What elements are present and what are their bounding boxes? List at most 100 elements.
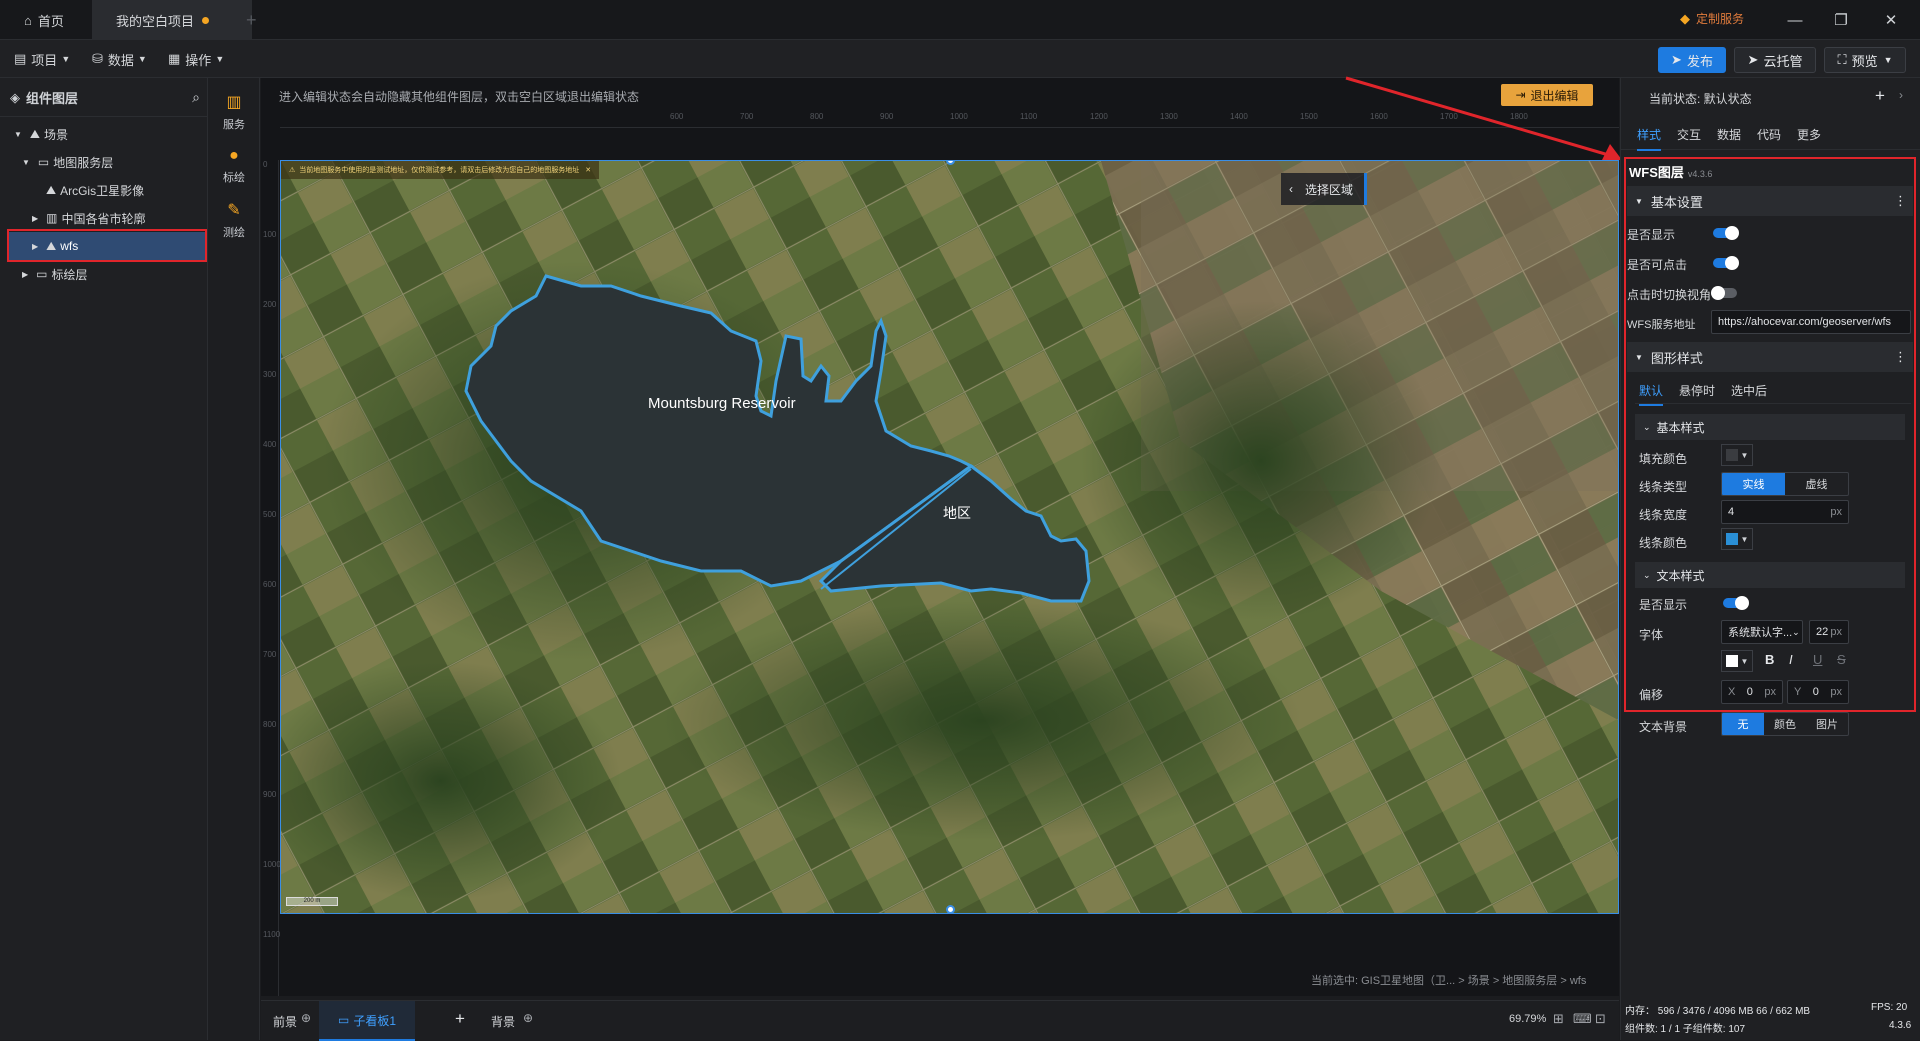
preview-button[interactable]: ⛶ 预览 ▼ <box>1824 47 1906 73</box>
chevron-down-icon: ▼ <box>61 54 71 64</box>
warning-icon: ⚠ <box>289 167 296 174</box>
divider <box>0 116 208 117</box>
chevron-down-icon: ⌄ <box>1792 626 1800 637</box>
base-style-section[interactable]: ⌄ 基本样式 <box>1635 414 1905 440</box>
tab-sub-board[interactable]: ▭ 子看板1 <box>319 1001 415 1041</box>
custom-service-button[interactable]: ◆ 定制服务 <box>1680 10 1744 27</box>
menu-data[interactable]: ⛁ 数据 ▼ <box>92 48 147 70</box>
tree-item-china-outline[interactable]: ▶ ▥ 中国各省市轮廓 <box>0 204 208 232</box>
add-foreground-icon[interactable]: ⊕ <box>301 1011 311 1025</box>
fps-status: FPS: 20 <box>1871 1002 1908 1013</box>
wfs-url-input[interactable]: https://ahocevar.com/geoserver/wfs <box>1711 310 1911 334</box>
line-width-input[interactable]: 4 px <box>1721 500 1849 524</box>
tab-more[interactable]: 更多 <box>1797 126 1821 143</box>
tab-default[interactable]: 默认 <box>1639 382 1664 406</box>
keyboard-icon[interactable]: ⌨ <box>1573 1011 1592 1027</box>
show-label: 是否显示 <box>1627 228 1676 242</box>
line-color-picker[interactable]: ▼ <box>1721 528 1753 550</box>
restore-icon[interactable]: ❐ <box>1818 0 1864 40</box>
bg-color-option[interactable]: 颜色 <box>1764 713 1806 735</box>
tab-data[interactable]: 数据 <box>1717 126 1741 143</box>
menu-operate[interactable]: ▦ 操作 ▼ <box>168 48 224 70</box>
map-view[interactable]: ⚠ 当前地图服务中使用的是测试地址，仅供测试参考，请双击后修改为您自己的地图服务… <box>280 160 1619 914</box>
tab-interaction[interactable]: 交互 <box>1677 126 1701 143</box>
bg-none-option[interactable]: 无 <box>1722 713 1764 735</box>
ruler-tick: 200 <box>263 300 277 309</box>
tool-service[interactable]: ▥ 服务 <box>208 84 260 140</box>
layer-panel: ◈ 组件图层 ⌕ ▼ ⛰ 场景 ▼ ▭ 地图服务层 ⛰ ArcGis卫星影像 ▶… <box>0 78 208 1040</box>
text-style-section[interactable]: ⌄ 文本样式 <box>1635 562 1905 588</box>
tree-item-plot-layer[interactable]: ▶ ▭ 标绘层 <box>0 260 208 288</box>
publish-button[interactable]: ➤ 发布 <box>1658 47 1726 73</box>
arrow-annotation <box>1345 76 1622 160</box>
more-icon[interactable]: ⋮ <box>1894 193 1907 209</box>
ruler-tick: 1200 <box>1090 112 1108 121</box>
text-bg-segment[interactable]: 无 颜色 图片 <box>1721 712 1849 736</box>
tab-project[interactable]: 我的空白项目 <box>92 0 252 40</box>
line-dashed-option[interactable]: 虚线 <box>1785 473 1848 495</box>
click-switch-toggle[interactable] <box>1711 286 1737 300</box>
ruler-tick: 800 <box>263 720 277 729</box>
show-toggle[interactable] <box>1713 226 1739 240</box>
minimize-icon[interactable]: — <box>1772 0 1818 40</box>
bold-button[interactable]: B <box>1765 652 1774 667</box>
tab-home[interactable]: ⌂ 首页 <box>0 0 92 40</box>
add-background-icon[interactable]: ⊕ <box>523 1011 533 1025</box>
line-solid-option[interactable]: 实线 <box>1722 473 1785 495</box>
fill-color-label: 填充颜色 <box>1639 452 1688 466</box>
line-type-label: 线条类型 <box>1639 480 1688 494</box>
chevron-down-icon: ▼ <box>215 54 225 64</box>
strikethrough-button[interactable]: S <box>1837 652 1846 667</box>
chevron-right-icon[interactable]: › <box>1899 88 1903 102</box>
monitor-icon: ▭ <box>337 1013 350 1027</box>
new-tab-icon[interactable]: + <box>246 10 257 31</box>
line-width-label: 线条宽度 <box>1639 508 1688 522</box>
underline-button[interactable]: U <box>1813 652 1822 667</box>
tab-background[interactable]: 背景 <box>483 1001 523 1041</box>
cloud-button[interactable]: ➤ 云托管 <box>1734 47 1816 73</box>
tree-item-map-service[interactable]: ▼ ▭ 地图服务层 <box>0 148 208 176</box>
shape-style-section[interactable]: ▼ 图形样式 ⋮ <box>1627 342 1913 372</box>
caret-right-icon: ▶ <box>32 213 39 223</box>
line-type-segment[interactable]: 实线 虚线 <box>1721 472 1849 496</box>
tab-hover[interactable]: 悬停时 <box>1679 382 1715 399</box>
fit-icon[interactable]: ⊞ <box>1553 1011 1564 1027</box>
bg-image-option[interactable]: 图片 <box>1806 713 1848 735</box>
ruler-tick: 800 <box>810 112 824 121</box>
clickable-toggle[interactable] <box>1713 256 1739 270</box>
tool-measure[interactable]: ✎ 测绘 <box>208 192 260 248</box>
ruler-tick: 100 <box>263 230 277 239</box>
tree-item-arcgis[interactable]: ⛰ ArcGis卫星影像 <box>0 176 208 204</box>
offset-y-input[interactable]: Y 0 px <box>1787 680 1849 704</box>
chevron-down-icon: ⌄ <box>1643 421 1651 432</box>
more-icon[interactable]: ⋮ <box>1894 349 1907 365</box>
font-size-input[interactable]: 22 px <box>1809 620 1849 644</box>
zoom-level[interactable]: 69.79% <box>1509 1013 1546 1025</box>
tab-foreground[interactable]: 前景 <box>265 1001 305 1041</box>
resize-handle[interactable] <box>946 905 955 913</box>
tab-code[interactable]: 代码 <box>1757 126 1781 143</box>
unsaved-dot-icon <box>202 16 210 24</box>
close-icon[interactable]: ✕ <box>1868 0 1914 40</box>
font-select[interactable]: 系统默认字... ⌄ <box>1721 620 1803 644</box>
tool-plot[interactable]: ● 标绘 <box>208 138 260 194</box>
select-area-button[interactable]: ‹ 选择区域 <box>1281 173 1367 205</box>
italic-button[interactable]: I <box>1789 652 1793 667</box>
tree-item-scene[interactable]: ▼ ⛰ 场景 <box>0 120 208 148</box>
text-color-picker[interactable]: ▼ <box>1721 650 1753 672</box>
add-board-icon[interactable]: + <box>455 1009 465 1029</box>
basic-settings-section[interactable]: ▼ 基本设置 ⋮ <box>1627 186 1913 216</box>
fill-color-picker[interactable]: ▼ <box>1721 444 1753 466</box>
color-swatch <box>1725 655 1738 667</box>
add-state-icon[interactable]: + <box>1875 86 1885 106</box>
text-show-toggle[interactable] <box>1723 596 1749 610</box>
offset-x-input[interactable]: X 0 px <box>1721 680 1783 704</box>
ruler-tick: 500 <box>263 510 277 519</box>
close-icon[interactable]: ✕ <box>585 166 591 174</box>
tab-style[interactable]: 样式 <box>1637 126 1662 151</box>
caret-down-icon: ▼ <box>1635 196 1643 206</box>
terminal-icon[interactable]: ⊡ <box>1595 1011 1606 1027</box>
tab-selected[interactable]: 选中后 <box>1731 382 1767 399</box>
search-icon[interactable]: ⌕ <box>192 89 200 106</box>
menu-project[interactable]: ▤ 项目 ▼ <box>14 48 70 70</box>
